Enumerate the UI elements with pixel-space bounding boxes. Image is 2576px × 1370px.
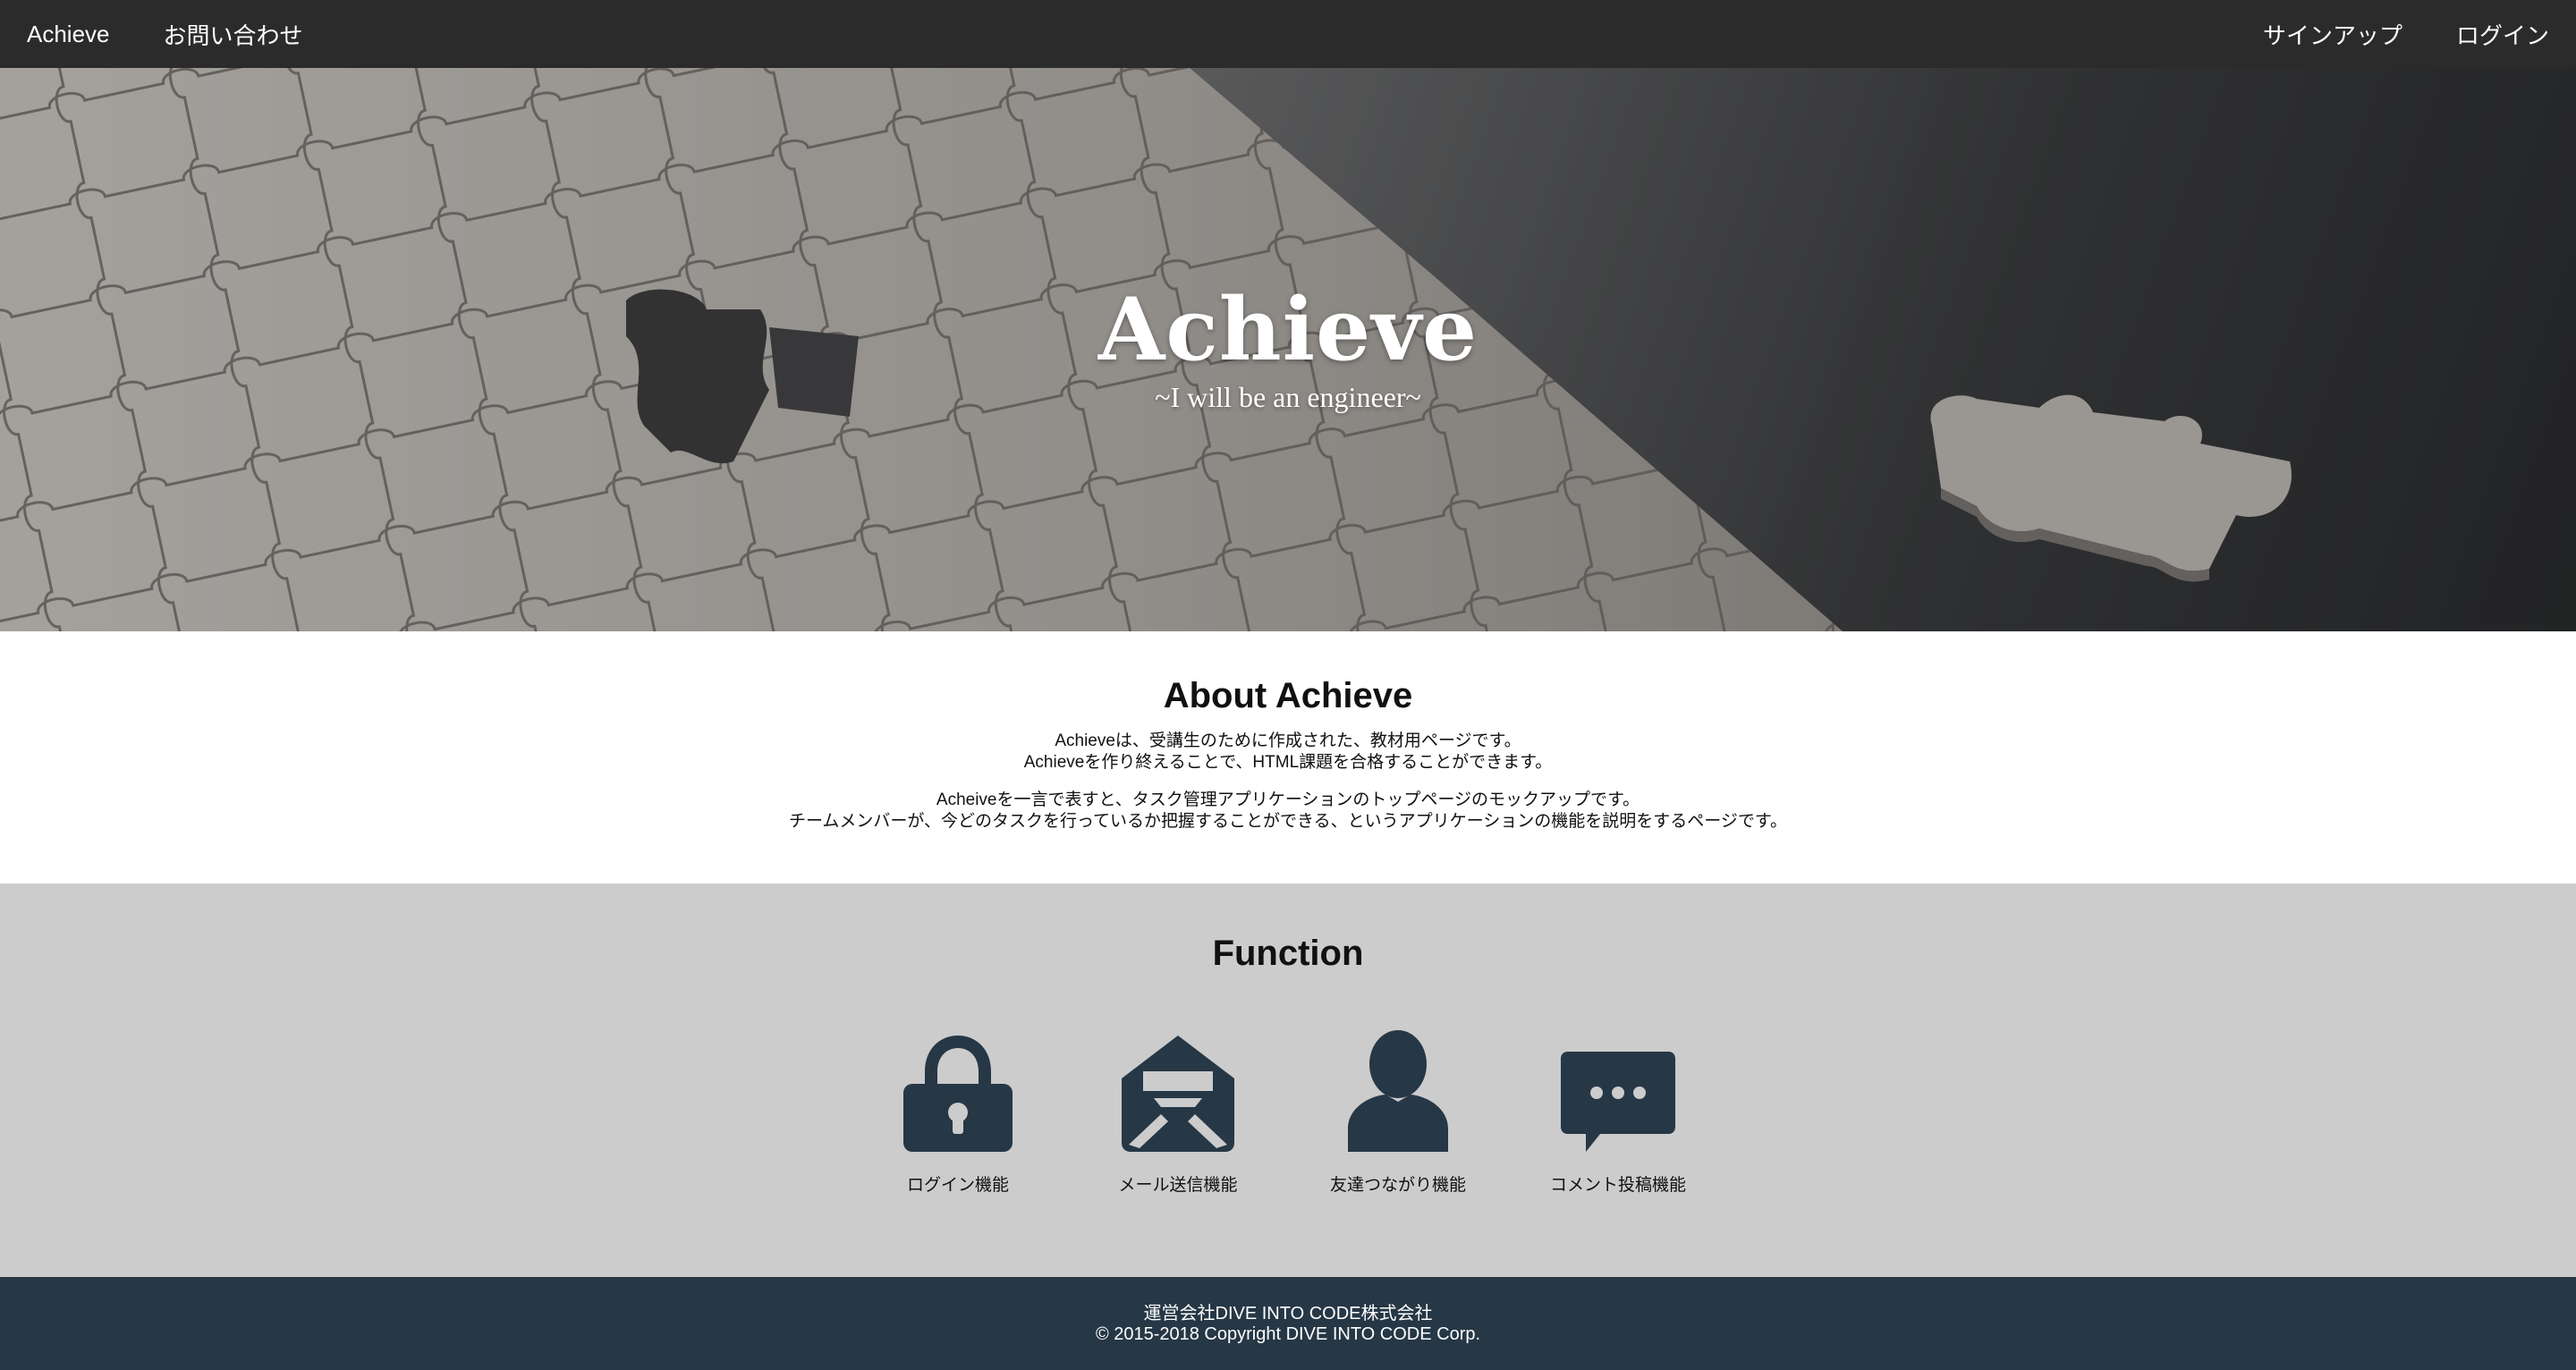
signup-link[interactable]: サインアップ	[2263, 18, 2402, 51]
hero-text-block: Achieve ~I will be an engineer~	[0, 283, 2576, 414]
about-paragraph-2: Acheiveを一言で表すと、タスク管理アプリケーションのトップページのモックア…	[0, 790, 2576, 833]
navbar-right: サインアップ ログイン	[2263, 18, 2549, 51]
about-section: About Achieve Achieveは、受講生のために作成された、教材用ペ…	[0, 631, 2576, 884]
feature-friends-label: 友達つながり機能	[1329, 1176, 1466, 1195]
feature-login[interactable]: ログイン機能	[848, 1027, 1068, 1196]
feature-comment[interactable]: コメント投稿機能	[1508, 1027, 1728, 1196]
about-paragraph-2-line-1: Acheiveを一言で表すと、タスク管理アプリケーションのトップページのモックア…	[936, 791, 1640, 809]
hero-title: Achieve	[1097, 279, 1479, 380]
about-heading: About Achieve	[1163, 676, 1413, 715]
function-heading: Function	[1212, 934, 1364, 973]
hero-subtitle: ~I will be an engineer~	[1155, 380, 1421, 413]
brand-link[interactable]: Achieve	[27, 21, 110, 48]
lock-icon	[895, 1027, 1021, 1152]
feature-friends[interactable]: 友達つながり機能	[1288, 1027, 1508, 1196]
page-footer: 運営会社DIVE INTO CODE株式会社 © 2015-2018 Copyr…	[0, 1277, 2576, 1370]
comment-icon	[1555, 1027, 1681, 1152]
contact-link[interactable]: お問い合わせ	[164, 18, 303, 51]
feature-login-label: ログイン機能	[906, 1176, 1009, 1195]
login-link[interactable]: ログイン	[2456, 18, 2549, 51]
about-paragraph-1-line-1: Achieveは、受講生のために作成された、教材用ページです。	[1055, 732, 1521, 750]
user-icon	[1335, 1027, 1461, 1152]
mail-icon	[1115, 1027, 1241, 1152]
hero-banner: Achieve ~I will be an engineer~	[0, 68, 2576, 631]
navbar-left: Achieve お問い合わせ	[27, 18, 303, 51]
top-navbar: Achieve お問い合わせ サインアップ ログイン	[0, 0, 2576, 68]
about-paragraph-2-line-2: チームメンバーが、今どのタスクを行っているか把握することができる、というアプリケ…	[788, 812, 1788, 831]
feature-comment-label: コメント投稿機能	[1549, 1176, 1686, 1195]
footer-copyright: © 2015-2018 Copyright DIVE INTO CODE Cor…	[1095, 1324, 1481, 1344]
function-section: Function ログイン機能 メール送信機能 友達つながり機能 コメント投稿機…	[0, 884, 2576, 1277]
feature-list: ログイン機能 メール送信機能 友達つながり機能 コメント投稿機能	[0, 1027, 2576, 1196]
about-paragraph-1: Achieveは、受講生のために作成された、教材用ページです。 Achieveを…	[0, 731, 2576, 774]
footer-company: 運営会社DIVE INTO CODE株式会社	[1143, 1304, 1433, 1323]
feature-mail[interactable]: メール送信機能	[1068, 1027, 1288, 1196]
about-paragraph-1-line-2: Achieveを作り終えることで、HTML課題を合格することができます。	[1023, 753, 1553, 772]
feature-mail-label: メール送信機能	[1118, 1176, 1238, 1195]
